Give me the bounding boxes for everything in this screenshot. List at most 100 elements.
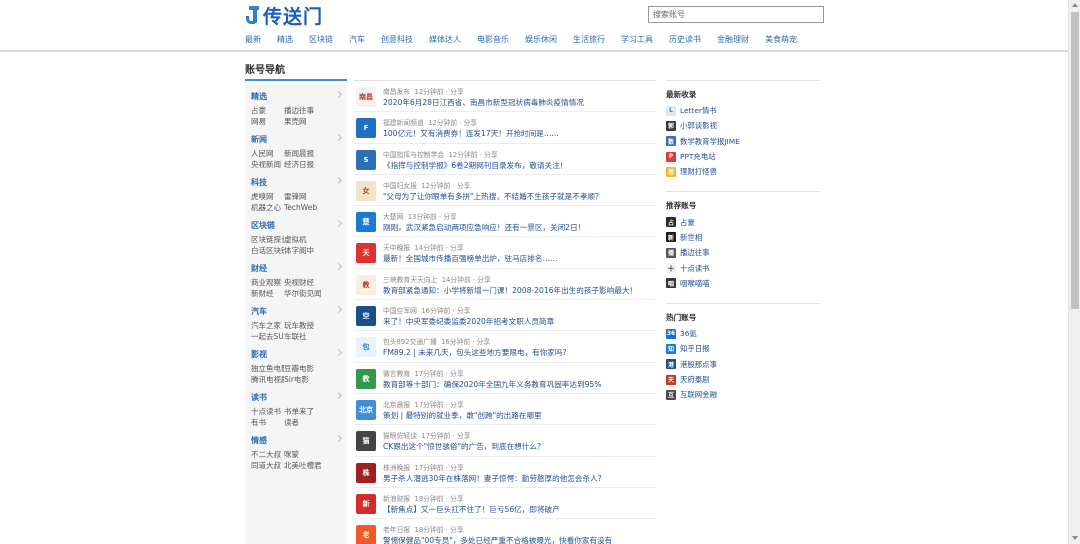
nav-item[interactable]: 生活旅行 xyxy=(573,34,605,46)
account-avatar-icon[interactable]: 十 xyxy=(666,263,676,274)
feed-share-link[interactable]: 分享 xyxy=(450,464,464,472)
feed-item[interactable]: S 中国指挥与控制学会 12分钟前 · 分享 《指挥与控制学报》6卷2期网刊目录发布… xyxy=(354,142,656,174)
feed-source[interactable]: 大楚网 xyxy=(383,213,403,221)
sidebar-account-link[interactable]: 汽车之家 xyxy=(251,320,284,331)
feed-source[interactable]: 三峡教育天天向上 xyxy=(383,276,437,284)
account-avatar-icon[interactable]: 南昌 xyxy=(356,87,376,107)
sidebar-account-link[interactable]: 商业观察 xyxy=(251,277,284,288)
sidebar-account-link[interactable]: 书单来了 xyxy=(284,406,328,417)
feed-source[interactable]: 老年日报 xyxy=(383,526,410,534)
feed-item-title[interactable]: 警惕保健品"00专员"，多处已经严重不合格被曝光，快看你家有没有 xyxy=(383,535,655,544)
sidebar-category-title[interactable]: 读书 xyxy=(251,392,341,404)
right-account-item[interactable]: 数数学教育学报JIME xyxy=(666,134,820,149)
feed-source[interactable]: 新浪财报 xyxy=(383,495,410,503)
feed-item-title[interactable]: FM89.2 | 未来几天，包头这些地方要限电，有你家吗? xyxy=(383,347,655,358)
sidebar-account-link[interactable]: 豆瓣电影 xyxy=(284,363,328,374)
account-avatar-icon[interactable]: S xyxy=(356,149,376,170)
feed-item[interactable]: 猫猫眼佐轻谈 17分钟前 · 分享 CK跟出这个"惊世骇俗"的广告，到底在想什么？ xyxy=(354,424,656,455)
sidebar-account-link[interactable]: 播边往事 xyxy=(284,105,328,116)
scroll-up-arrow-icon[interactable] xyxy=(1072,3,1078,7)
feed-source[interactable]: 猫眼佐轻谈 xyxy=(383,432,417,440)
scroll-down-arrow-icon[interactable] xyxy=(1072,536,1078,540)
nav-item[interactable]: 最新 xyxy=(245,34,261,46)
right-account-label[interactable]: 十点读书 xyxy=(680,263,710,274)
sidebar-account-link[interactable]: Sir电影 xyxy=(284,374,328,385)
account-avatar-icon[interactable]: 知 xyxy=(666,343,676,354)
sidebar-account-link[interactable]: 虎嗅网 xyxy=(251,191,284,202)
account-avatar-icon[interactable]: 天 xyxy=(356,243,376,264)
sidebar-category-title[interactable]: 科技 xyxy=(251,177,341,189)
right-account-label[interactable]: 港股那点事 xyxy=(680,359,717,370)
feed-item-title[interactable]: 最新！全国城市传播百强榜单出炉，驻马店排名…… xyxy=(383,253,655,264)
feed-share-link[interactable]: 分享 xyxy=(457,307,471,315)
sidebar-account-link[interactable]: 新闻晨报 xyxy=(284,148,328,159)
sidebar-category-title[interactable]: 影视 xyxy=(251,349,341,361)
nav-item[interactable]: 金融理财 xyxy=(717,34,749,46)
sidebar-account-link[interactable]: 同道大叔 xyxy=(251,460,284,471)
feed-share-link[interactable]: 分享 xyxy=(450,88,464,96)
feed-source[interactable]: 中国指挥与控制学会 xyxy=(383,151,444,159)
feed-item-title[interactable]: 教育部等十部门：确保2020年全国九年义务教育巩固率达到95% xyxy=(383,379,655,390)
search-input[interactable]: 搜索账号 xyxy=(648,6,824,23)
sidebar-account-link[interactable]: 有书 xyxy=(251,417,284,428)
feed-source[interactable]: 微言教育 xyxy=(383,370,410,378)
nav-item[interactable]: 精选 xyxy=(277,34,293,46)
right-account-item[interactable]: 十十点读书 xyxy=(666,260,820,275)
account-avatar-icon[interactable]: 包 xyxy=(356,337,376,358)
sidebar-account-link[interactable]: 咪蒙 xyxy=(284,449,328,460)
account-avatar-icon[interactable]: 咽 xyxy=(666,278,676,289)
feed-item[interactable]: 株株洲晚报 17分钟前 · 分享 男子杀人潜逃30年在株落网！妻子惊愕：勤劳憨厚的… xyxy=(354,455,656,487)
feed-source[interactable]: 福建新闻频道 xyxy=(383,119,424,127)
right-account-item[interactable]: L Letter情书 xyxy=(666,103,820,118)
right-account-label[interactable]: 36氪 xyxy=(680,328,697,339)
feed-share-link[interactable]: 分享 xyxy=(450,244,464,252)
right-account-item[interactable]: 36 36氪 xyxy=(666,326,820,341)
feed-item[interactable]: 包包头892交通广播 16分钟前 · 分享 FM89.2 | 未来几天，包头这些地… xyxy=(354,330,656,361)
nav-item[interactable]: 创意科技 xyxy=(381,34,413,46)
feed-item-title[interactable]: 来了！中央军委纪委监委2020年招考文职人员简章 xyxy=(383,316,655,327)
feed-share-link[interactable]: 分享 xyxy=(450,401,464,409)
right-account-item[interactable]: 互互联网金融 xyxy=(666,387,820,402)
feed-item[interactable]: 楚大楚网 13分钟前 · 分享 刚刚，武汉紧急启动两项应急响应！还有一景区，关闭2… xyxy=(354,205,656,236)
right-account-item[interactable]: 理理财打怪兽 xyxy=(666,164,820,179)
account-avatar-icon[interactable]: 互 xyxy=(666,389,676,400)
sidebar-account-link[interactable]: 网易 xyxy=(251,116,284,127)
account-avatar-icon[interactable]: 北京 xyxy=(356,399,376,420)
feed-share-link[interactable]: 分享 xyxy=(477,338,491,346)
sidebar-category-title[interactable]: 新闻 xyxy=(251,134,341,146)
right-account-item[interactable]: 港港股那点事 xyxy=(666,357,820,372)
right-account-label[interactable]: 理财打怪兽 xyxy=(680,166,717,177)
right-account-label[interactable]: 天府泰剧 xyxy=(680,374,710,385)
sidebar-account-link[interactable]: 腾讯电视剧 xyxy=(251,374,284,385)
account-avatar-icon[interactable]: 理 xyxy=(666,166,676,177)
account-avatar-icon[interactable]: 36 xyxy=(666,328,676,339)
feed-source[interactable]: 南昌发布 xyxy=(383,88,410,96)
sidebar-account-link[interactable]: 央视财经 xyxy=(284,277,328,288)
feed-item-title[interactable]: 100亿元！又有消费券！连发17天！开抢时间是…… xyxy=(383,128,655,139)
nav-item[interactable]: 区块链 xyxy=(309,34,333,46)
sidebar-account-link[interactable]: 虚拟机 xyxy=(284,234,328,245)
feed-source[interactable]: 中国空军网 xyxy=(383,307,417,315)
account-avatar-icon[interactable]: 占 xyxy=(666,217,676,228)
feed-item-title[interactable]: 策划 | 最特别的就业季，敢"创跨"的出路在哪里 xyxy=(383,410,655,421)
feed-item-title[interactable]: 刚刚，武汉紧急启动两项应急响应！还有一景区，关闭2日！ xyxy=(383,222,655,233)
feed-item-title[interactable]: CK跟出这个"惊世骇俗"的广告，到底在想什么？ xyxy=(383,441,655,452)
sidebar-account-link[interactable]: 读者 xyxy=(284,417,328,428)
account-avatar-icon[interactable]: 郭 xyxy=(666,120,676,131)
right-account-label[interactable]: 互联网金融 xyxy=(680,389,717,400)
account-avatar-icon[interactable]: 猫 xyxy=(356,431,376,452)
account-avatar-icon[interactable]: 新 xyxy=(666,232,676,243)
feed-source[interactable]: 中国妇女报 xyxy=(383,182,417,190)
feed-item-title[interactable]: 2020年6月28日江西省、南昌市新型冠状病毒肺炎疫情情况 xyxy=(383,97,655,108)
right-account-item[interactable]: 知知乎日报 xyxy=(666,341,820,356)
right-account-item[interactable]: 天天府泰剧 xyxy=(666,372,820,387)
sidebar-account-link[interactable]: 车联社 xyxy=(284,331,328,342)
nav-item[interactable]: 汽车 xyxy=(349,34,365,46)
sidebar-account-link[interactable]: 一起去SUV xyxy=(251,331,284,342)
sidebar-account-link[interactable]: 玩车教授 xyxy=(284,320,328,331)
account-avatar-icon[interactable]: 天 xyxy=(666,374,676,385)
sidebar-account-link[interactable]: 独立鱼电影 xyxy=(251,363,284,374)
sidebar-account-link[interactable]: 区块链探长 xyxy=(251,234,284,245)
right-account-item[interactable]: 播播边往事 xyxy=(666,245,820,260)
account-avatar-icon[interactable]: 播 xyxy=(666,247,676,258)
